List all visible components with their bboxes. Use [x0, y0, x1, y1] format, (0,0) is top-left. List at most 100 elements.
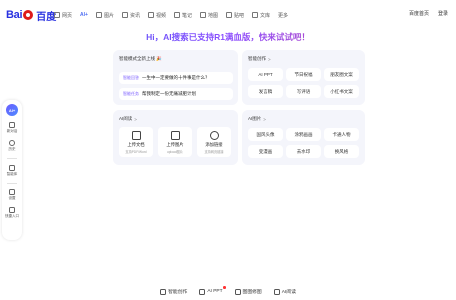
rail-divider: [7, 158, 17, 159]
mode-example-text: 一生中一定要做的十件事是什么？: [142, 75, 210, 80]
rail-item-history[interactable]: 历史: [9, 140, 16, 152]
login-link[interactable]: 登录: [438, 10, 448, 17]
notification-dot: [223, 286, 226, 289]
create-chip[interactable]: 小红书文案: [324, 85, 359, 98]
video-icon: [147, 12, 154, 18]
create-chip[interactable]: 写评语: [286, 85, 321, 98]
image-chip[interactable]: 去水印: [286, 145, 321, 158]
top-nav: 网页 AI+ 图片 资讯 视频 笔记 地图 贴吧 文库 更多: [54, 10, 296, 20]
nav-item-note[interactable]: 笔记: [173, 10, 192, 20]
rail-divider: [7, 182, 17, 183]
bottom-label: AI阅读: [281, 290, 296, 295]
nav-item-map[interactable]: 地图: [200, 10, 218, 20]
mode-tag: 智能任务: [123, 91, 139, 96]
tieba-icon: [226, 12, 233, 18]
nav-item-image[interactable]: 图片: [95, 10, 114, 20]
image-upload-icon: [170, 131, 180, 140]
mode-example-row[interactable]: 智能回答 一生中一定要做的十件事是什么？: [119, 72, 233, 84]
rail-label: 智能体: [6, 171, 18, 176]
card-title: 智能模式全新上线 🎉: [119, 56, 162, 61]
shortcut-icon: [9, 207, 15, 213]
tile-label: 上传文档: [127, 142, 145, 147]
news-icon: [121, 12, 128, 18]
bottom-label: 图图修图: [242, 290, 262, 295]
left-rail: AI+ 新对话 历史 智能体 设置 快捷入口: [2, 100, 22, 240]
nav-label: 文库: [260, 12, 271, 19]
baidu-logo[interactable]: Bai 百度: [6, 8, 56, 23]
smart-create-card: 智能创作 > AI PPT 节日祝福 朋友圈文案 发言稿 写评语 小红书文案: [242, 50, 365, 105]
mode-tag: 智能回答: [123, 75, 139, 80]
tile-sub: 支持网页链接: [204, 150, 224, 154]
create-chip[interactable]: 节日祝福: [286, 68, 321, 81]
card-title[interactable]: 智能创作 >: [248, 56, 271, 62]
pen-icon: [160, 288, 167, 295]
rail-label: 新对话: [6, 129, 18, 133]
create-chip[interactable]: 朋友圈文案: [324, 68, 359, 81]
card-title-text: AI阅读: [119, 116, 133, 121]
bottom-label: 智能创作: [168, 290, 188, 295]
create-chip[interactable]: 发言稿: [248, 85, 283, 98]
nav-label: 更多: [278, 12, 289, 19]
smart-mode-card: 智能模式全新上线 🎉 智能回答 一生中一定要做的十件事是什么？ 智能任务 帮我制…: [113, 50, 238, 105]
top-right-links: 百度首页 登录: [409, 10, 448, 17]
rail-item-agent[interactable]: 智能体: [6, 164, 18, 177]
map-icon: [200, 12, 206, 18]
tile-label: 上传图片: [166, 142, 184, 147]
image-chip[interactable]: 国风头像: [248, 128, 283, 141]
card-title[interactable]: AI阅读 >: [119, 116, 137, 122]
nav-label: AI+: [80, 12, 88, 18]
rail-item-shortcut[interactable]: 快捷入口: [5, 207, 19, 219]
nav-item-wenku[interactable]: 文库: [252, 10, 270, 20]
bottom-item-create[interactable]: 智能创作: [160, 288, 187, 295]
bottom-item-read[interactable]: AI阅读: [273, 288, 296, 295]
mode-example-row[interactable]: 智能任务 帮我制定一份无痛减肥计划: [119, 88, 233, 100]
bottom-item-photo-edit[interactable]: 图图修图: [234, 288, 262, 295]
rail-item-settings[interactable]: 设置: [9, 189, 16, 201]
card-title-text: AI图片: [248, 116, 262, 121]
nav-label: 笔记: [181, 12, 192, 19]
nav-label: 图片: [103, 12, 114, 19]
nav-label: 视频: [155, 12, 166, 19]
card-title-text: 智能创作: [248, 56, 266, 61]
history-icon: [9, 140, 15, 146]
image-chip[interactable]: 变漫画: [248, 145, 283, 158]
ai-badge[interactable]: AI+: [6, 104, 18, 116]
image-chip[interactable]: 换风格: [324, 145, 359, 158]
logo-text-bai: Bai: [6, 9, 23, 21]
search-icon: [54, 12, 60, 18]
home-link[interactable]: 百度首页: [409, 10, 429, 17]
image-chip[interactable]: 卡通人物: [324, 128, 359, 141]
new-chat-icon: [9, 122, 15, 128]
rail-label: 历史: [8, 147, 16, 151]
nav-label: 地图: [208, 12, 219, 19]
card-title[interactable]: AI图片 >: [248, 116, 266, 122]
chevron-right-icon: >: [263, 116, 266, 122]
rail-item-new-chat[interactable]: 新对话: [6, 122, 18, 134]
create-chip[interactable]: AI PPT: [248, 68, 283, 81]
photo-edit-icon: [234, 288, 241, 295]
nav-item-news[interactable]: 资讯: [121, 10, 140, 20]
nav-label: 网页: [62, 12, 73, 19]
image-chip[interactable]: 涂鸦画画: [286, 128, 321, 141]
nav-item-video[interactable]: 视频: [147, 10, 166, 20]
folder-icon: [131, 131, 141, 140]
nav-label: 资讯: [129, 12, 140, 19]
nav-item-ai[interactable]: AI+: [80, 10, 88, 20]
upload-image-tile[interactable]: 上传图片 upload图片: [158, 127, 192, 157]
globe-icon: [209, 131, 219, 140]
bottom-item-ppt[interactable]: AI PPT: [199, 286, 226, 295]
upload-document-tile[interactable]: 上传文档 支持PDF/Word: [119, 127, 153, 157]
settings-icon: [9, 189, 15, 195]
agent-icon: [9, 164, 15, 171]
nav-item-more[interactable]: 更多: [278, 10, 288, 20]
tile-label: 添加链接: [205, 142, 223, 147]
note-icon: [173, 12, 180, 18]
rail-label: 快捷入口: [5, 214, 19, 218]
tile-sub: 支持PDF/Word: [125, 150, 147, 154]
add-link-tile[interactable]: 添加链接 支持网页链接: [197, 127, 231, 157]
image-icon: [95, 12, 102, 18]
ai-read-card: AI阅读 > 上传文档 支持PDF/Word 上传图片 upload图片 添加链接…: [113, 110, 238, 165]
nav-item-web[interactable]: 网页: [54, 10, 72, 20]
nav-item-tieba[interactable]: 贴吧: [226, 10, 244, 20]
bottom-label: AI PPT: [207, 289, 223, 294]
